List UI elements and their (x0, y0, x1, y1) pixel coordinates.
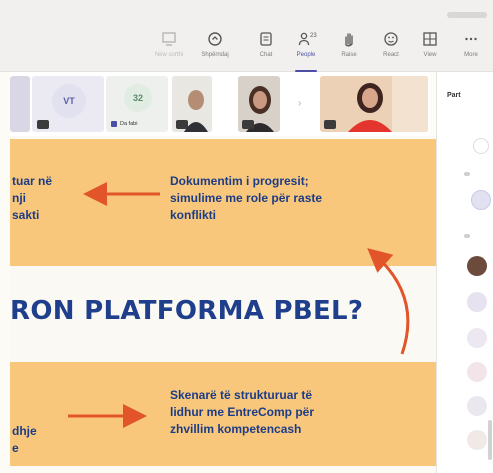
participant-tile[interactable] (10, 76, 30, 132)
chevron-right-icon[interactable]: › (298, 98, 301, 109)
whiteboard-label: New sorthi (154, 52, 184, 58)
participant-avatar[interactable] (467, 292, 487, 312)
panel-title: Part (447, 92, 461, 99)
section-chevron-icon[interactable] (464, 234, 470, 238)
status-indicator (111, 121, 117, 127)
participant-name: Da fabi (120, 121, 138, 127)
participants-panel: Part (436, 72, 493, 473)
search-icon[interactable] (473, 138, 489, 154)
meeting-toolbar: New sorthi Shpërndaj Chat 23 People Rais… (0, 0, 493, 72)
participant-video-tile[interactable] (172, 76, 212, 132)
participant-avatar[interactable] (467, 362, 487, 382)
view-icon (423, 32, 437, 46)
share-label: Shpërndaj (201, 52, 229, 58)
shared-slide: tuar në nji sakti Dokumentim i progresit… (10, 136, 436, 466)
chat-label: Chat (259, 52, 273, 58)
participant-avatar[interactable] (467, 396, 487, 416)
mic-off-icon (324, 120, 336, 129)
raise-hand-label: Raise (341, 52, 357, 58)
participant-avatar[interactable] (467, 430, 487, 450)
share-button[interactable]: Shpërndaj (198, 30, 232, 68)
raise-hand-button[interactable]: Raise (332, 30, 366, 68)
chat-button[interactable]: Chat (249, 30, 283, 68)
react-icon (384, 32, 398, 46)
mic-off-icon (242, 120, 254, 129)
more-icon (465, 37, 477, 41)
participant-avatar[interactable] (467, 256, 487, 276)
view-label: View (423, 52, 437, 58)
people-count: 23 (310, 33, 317, 39)
chat-icon (260, 32, 272, 46)
window-title-bar (447, 12, 487, 18)
share-screen-icon (208, 32, 222, 46)
people-button[interactable]: 23 People (289, 30, 323, 72)
participant-strip: VT 32 Da fabi › (10, 72, 430, 136)
participant-video-tile[interactable] (320, 76, 428, 132)
react-button[interactable]: React (374, 30, 408, 68)
participant-tile[interactable]: 32 Da fabi (106, 76, 168, 132)
mic-off-icon (176, 120, 188, 129)
whiteboard-button[interactable]: New sorthi (152, 30, 186, 68)
whiteboard-icon (162, 32, 176, 46)
mic-off-icon (37, 120, 49, 129)
section-chevron-icon[interactable] (464, 172, 470, 176)
participant-tile[interactable]: VT (32, 76, 104, 132)
more-button[interactable]: More (454, 30, 488, 68)
view-button[interactable]: View (413, 30, 447, 68)
raise-hand-icon (345, 33, 353, 47)
participant-avatar[interactable] (471, 190, 491, 210)
panel-scrollbar[interactable] (488, 420, 492, 460)
participant-video-tile[interactable] (238, 76, 280, 132)
people-label: People (296, 52, 316, 58)
more-label: More (464, 52, 478, 58)
participant-video (320, 76, 428, 132)
slide-arrows (68, 182, 410, 428)
avatar: 32 (124, 84, 152, 112)
participant-avatar[interactable] (467, 328, 487, 348)
avatar: VT (52, 84, 86, 118)
react-label: React (383, 52, 399, 58)
arrow-curved (367, 248, 410, 355)
